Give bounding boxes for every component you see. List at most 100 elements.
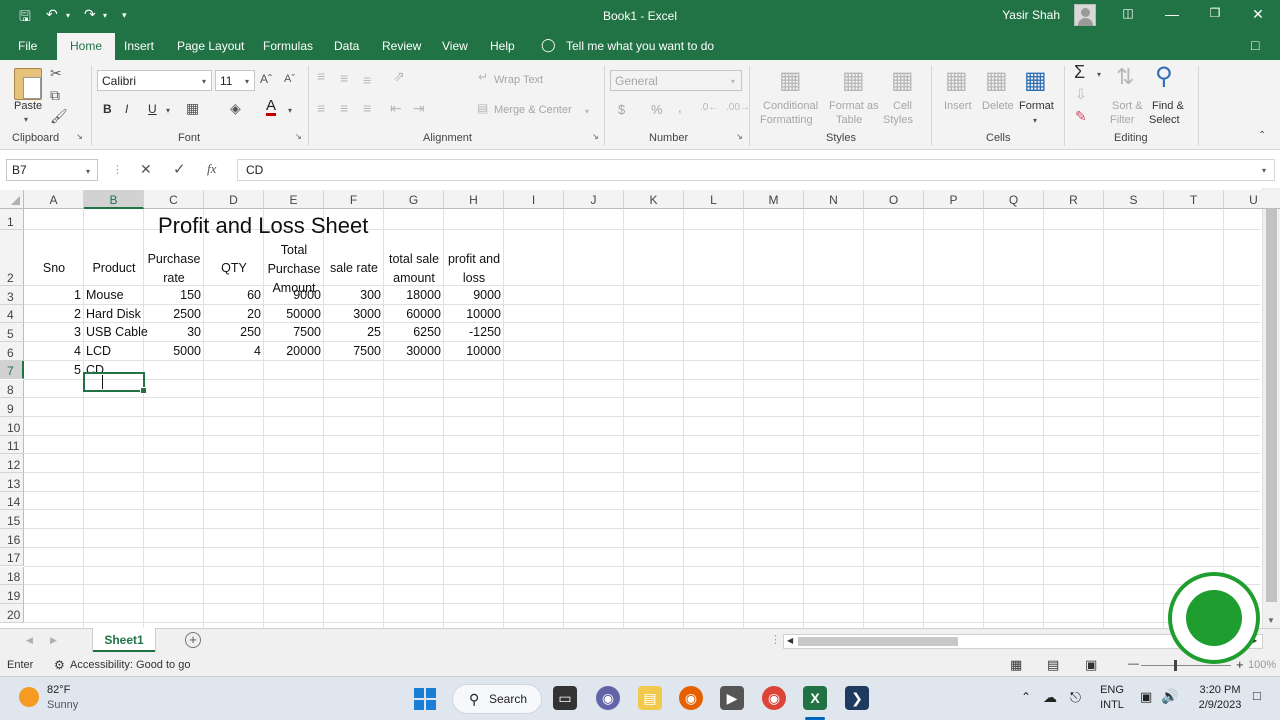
tell-me-search[interactable]: Tell me what you want to do xyxy=(566,39,714,53)
sheet-title-cell[interactable]: Profit and Loss Sheet xyxy=(158,213,368,239)
minimize-icon[interactable]: — xyxy=(1162,6,1182,22)
network-icon[interactable]: ▣ xyxy=(1140,689,1152,705)
table-cell[interactable]: 60 xyxy=(204,288,261,302)
zoom-slider[interactable] xyxy=(1141,660,1231,671)
insert-cells-button[interactable]: Insert xyxy=(944,100,972,112)
column-header-p[interactable]: P xyxy=(924,190,984,209)
autosum-icon[interactable]: Σ xyxy=(1074,62,1085,83)
sort-filter-button[interactable]: Sort & xyxy=(1112,100,1143,112)
bold-button[interactable]: B xyxy=(103,102,112,116)
header-total-sale[interactable]: total sale amount xyxy=(384,250,444,288)
column-header-d[interactable]: D xyxy=(204,190,264,209)
row-header-5[interactable]: 5 xyxy=(0,323,24,343)
table-cell[interactable]: 7500 xyxy=(324,344,381,358)
scroll-down-icon[interactable]: ▼ xyxy=(1267,616,1275,625)
increase-decimal-icon[interactable]: .0← xyxy=(700,102,718,113)
volume-icon[interactable]: 🔊 xyxy=(1161,688,1178,705)
chevron-up-icon[interactable]: ⌃ xyxy=(1021,690,1031,704)
table-cell[interactable]: 2 xyxy=(24,307,81,321)
table-cell[interactable]: 10000 xyxy=(444,344,501,358)
cloud-icon[interactable]: ☁ xyxy=(1043,689,1057,706)
row-header-11[interactable]: 11 xyxy=(0,435,24,455)
align-center-icon[interactable]: ≡ xyxy=(340,100,348,116)
table-cell[interactable]: 4 xyxy=(204,344,261,358)
align-left-icon[interactable]: ≡ xyxy=(317,100,325,116)
table-cell[interactable]: 1 xyxy=(24,288,81,302)
table-cell[interactable]: 250 xyxy=(204,325,261,339)
scroll-left-icon[interactable]: ◀ xyxy=(787,636,793,645)
increase-font-icon[interactable]: Aˆ xyxy=(260,72,272,86)
keyboard-layout[interactable]: INTL xyxy=(1096,699,1128,711)
table-cell[interactable]: 10000 xyxy=(444,307,501,321)
format-as-table-icon[interactable]: ▦ xyxy=(842,66,865,95)
next-sheet-icon[interactable]: ▶ xyxy=(50,635,57,646)
clipboard-launcher-icon[interactable]: ↘ xyxy=(76,132,83,141)
table-cell[interactable]: 30000 xyxy=(384,344,441,358)
table-cell[interactable]: -1250 xyxy=(444,325,501,339)
notifications-icon[interactable]: □ xyxy=(1253,688,1261,703)
font-family-select[interactable]: Calibri xyxy=(97,70,212,91)
column-header-f[interactable]: F xyxy=(324,190,384,209)
chat-icon[interactable]: ◉ xyxy=(596,686,620,710)
table-cell[interactable]: Mouse xyxy=(86,288,143,302)
tab-insert[interactable]: Insert xyxy=(124,39,154,53)
close-icon[interactable]: ✕ xyxy=(1248,6,1268,23)
row-header-15[interactable]: 15 xyxy=(0,510,24,530)
user-name[interactable]: Yasir Shah xyxy=(1002,8,1060,22)
italic-button[interactable]: I xyxy=(125,102,128,116)
table-cell[interactable]: 5000 xyxy=(144,344,201,358)
weather-temperature[interactable]: 82°F xyxy=(47,684,70,696)
windows-start-icon[interactable] xyxy=(414,688,436,710)
table-cell[interactable]: 150 xyxy=(144,288,201,302)
terminal-app-icon[interactable]: ❯ xyxy=(845,686,869,710)
column-header-k[interactable]: K xyxy=(624,190,684,209)
format-as-table-button[interactable]: Format as xyxy=(829,100,879,112)
vertical-scroll-thumb[interactable] xyxy=(1266,202,1277,602)
fill-icon[interactable]: ⇩ xyxy=(1075,86,1087,103)
table-cell[interactable]: USB Cable xyxy=(86,325,148,339)
font-launcher-icon[interactable]: ↘ xyxy=(295,132,302,141)
find-select-button[interactable]: Find & xyxy=(1152,100,1184,112)
row-header-16[interactable]: 16 xyxy=(0,529,24,548)
merge-center-icon[interactable]: ▤ xyxy=(477,101,488,115)
vertical-scrollbar[interactable]: ▲ ▼ xyxy=(1262,188,1280,628)
chevron-down-icon[interactable]: ▾ xyxy=(288,106,292,115)
restore-icon[interactable]: ❐ xyxy=(1205,6,1225,20)
column-header-q[interactable]: Q xyxy=(984,190,1044,209)
horizontal-scroll-thumb[interactable] xyxy=(798,637,958,646)
conditional-formatting-icon[interactable]: ▦ xyxy=(779,66,802,95)
fill-color-icon[interactable]: ◈ xyxy=(230,100,241,117)
conditional-formatting-button[interactable]: Conditional xyxy=(763,100,818,112)
header-qty[interactable]: QTY xyxy=(204,259,264,278)
row-header-7[interactable]: 7 xyxy=(0,360,24,380)
chevron-down-icon[interactable]: ▾ xyxy=(86,167,90,176)
avatar[interactable] xyxy=(1074,4,1096,26)
language-code[interactable]: ENG xyxy=(1096,684,1128,696)
table-cell[interactable]: 20000 xyxy=(264,344,321,358)
cut-icon[interactable]: ✂ xyxy=(50,65,62,82)
name-box[interactable]: B7 xyxy=(6,159,98,181)
orientation-icon[interactable]: ⇗ xyxy=(393,68,405,85)
weather-icon[interactable] xyxy=(19,687,39,707)
clear-icon[interactable]: ✎ xyxy=(1075,108,1087,125)
number-launcher-icon[interactable]: ↘ xyxy=(736,132,743,141)
table-cell[interactable]: 20 xyxy=(204,307,261,321)
tab-data[interactable]: Data xyxy=(334,39,359,53)
select-all-button[interactable] xyxy=(0,190,24,209)
delete-cells-button[interactable]: Delete xyxy=(982,100,1014,112)
tab-page-layout[interactable]: Page Layout xyxy=(177,39,244,53)
zoom-in-icon[interactable]: + xyxy=(1236,657,1244,672)
zoom-slider-thumb[interactable] xyxy=(1174,660,1177,671)
format-cells-icon[interactable]: ▦ xyxy=(1024,66,1047,95)
column-header-t[interactable]: T xyxy=(1164,190,1224,209)
microphone-icon[interactable]: ⎋ xyxy=(1070,689,1081,706)
column-header-m[interactable]: M xyxy=(744,190,804,209)
column-header-o[interactable]: O xyxy=(864,190,924,209)
chevron-down-icon[interactable]: ▾ xyxy=(245,77,249,86)
zoom-level[interactable]: 100% xyxy=(1248,659,1276,671)
copy-icon[interactable]: ⧉ xyxy=(50,87,60,104)
expand-formula-bar-icon[interactable]: ▾ xyxy=(1262,166,1266,175)
currency-button[interactable]: $ xyxy=(618,102,625,117)
alignment-launcher-icon[interactable]: ↘ xyxy=(592,132,599,141)
paste-icon[interactable] xyxy=(14,68,42,100)
